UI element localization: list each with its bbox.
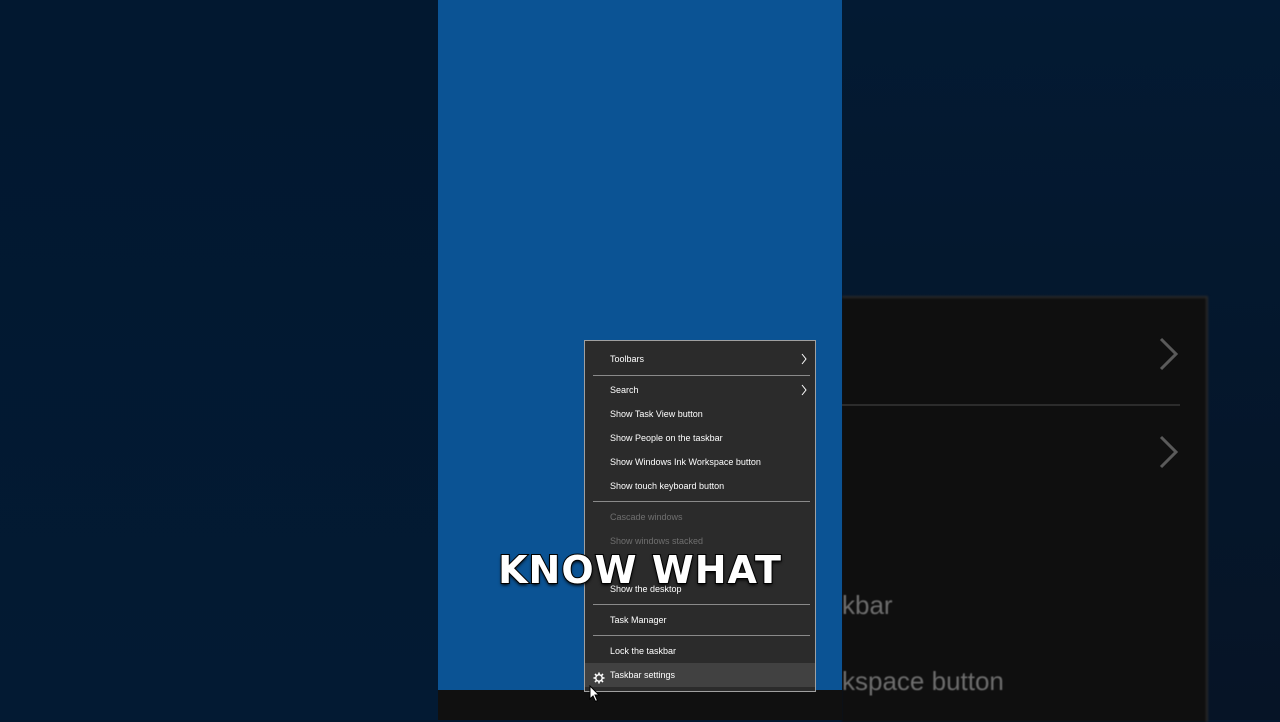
background-menu-blur [842, 296, 1208, 722]
menu-separator [593, 501, 810, 502]
menu-item-label: Toolbars [610, 354, 645, 364]
menu-item-show-people[interactable]: Show People on the taskbar [585, 426, 815, 450]
menu-item-label: Show touch keyboard button [610, 481, 725, 491]
menu-item-lock-taskbar[interactable]: Lock the taskbar [585, 639, 815, 663]
menu-item-label: Cascade windows [610, 512, 683, 522]
menu-separator [593, 375, 810, 376]
menu-item-label: Taskbar settings [610, 670, 676, 680]
menu-item-label: Show Task View button [610, 409, 703, 419]
menu-item-label: Show windows stacked [610, 536, 704, 546]
menu-item-label: Show Windows Ink Workspace button [610, 457, 761, 467]
menu-item-show-task-view-button[interactable]: Show Task View button [585, 402, 815, 426]
menu-separator [593, 604, 810, 605]
menu-item-toolbars[interactable]: Toolbars [585, 347, 815, 371]
background-menu-text: kspace button [842, 666, 1004, 696]
menu-item-label: Search [610, 385, 639, 395]
gear-icon [593, 669, 605, 684]
menu-item-label: Lock the taskbar [610, 646, 677, 656]
menu-item-cascade-windows: Cascade windows [585, 505, 815, 529]
chevron-right-icon [799, 378, 809, 402]
menu-separator [593, 635, 810, 636]
menu-item-show-touch-keyboard[interactable]: Show touch keyboard button [585, 474, 815, 498]
menu-item-taskbar-settings[interactable]: Taskbar settings [585, 663, 815, 687]
menu-item-show-windows-ink[interactable]: Show Windows Ink Workspace button [585, 450, 815, 474]
mouse-pointer-icon [589, 684, 601, 703]
taskbar-context-menu: Toolbars Search Show Task View button Sh… [584, 340, 816, 692]
background-left [0, 0, 438, 720]
chevron-right-icon [799, 347, 809, 371]
menu-item-task-manager[interactable]: Task Manager [585, 608, 815, 632]
background-menu-text: kbar [842, 590, 893, 620]
taskbar[interactable] [438, 690, 842, 720]
video-caption: KNOW WHAT [497, 547, 782, 593]
background-chevron-right-icon [1158, 336, 1180, 381]
background-separator [842, 404, 1180, 406]
background-chevron-right-icon [1158, 434, 1180, 479]
menu-item-label: Show People on the taskbar [610, 433, 723, 443]
menu-item-label: Task Manager [610, 615, 667, 625]
menu-item-search[interactable]: Search [585, 378, 815, 402]
